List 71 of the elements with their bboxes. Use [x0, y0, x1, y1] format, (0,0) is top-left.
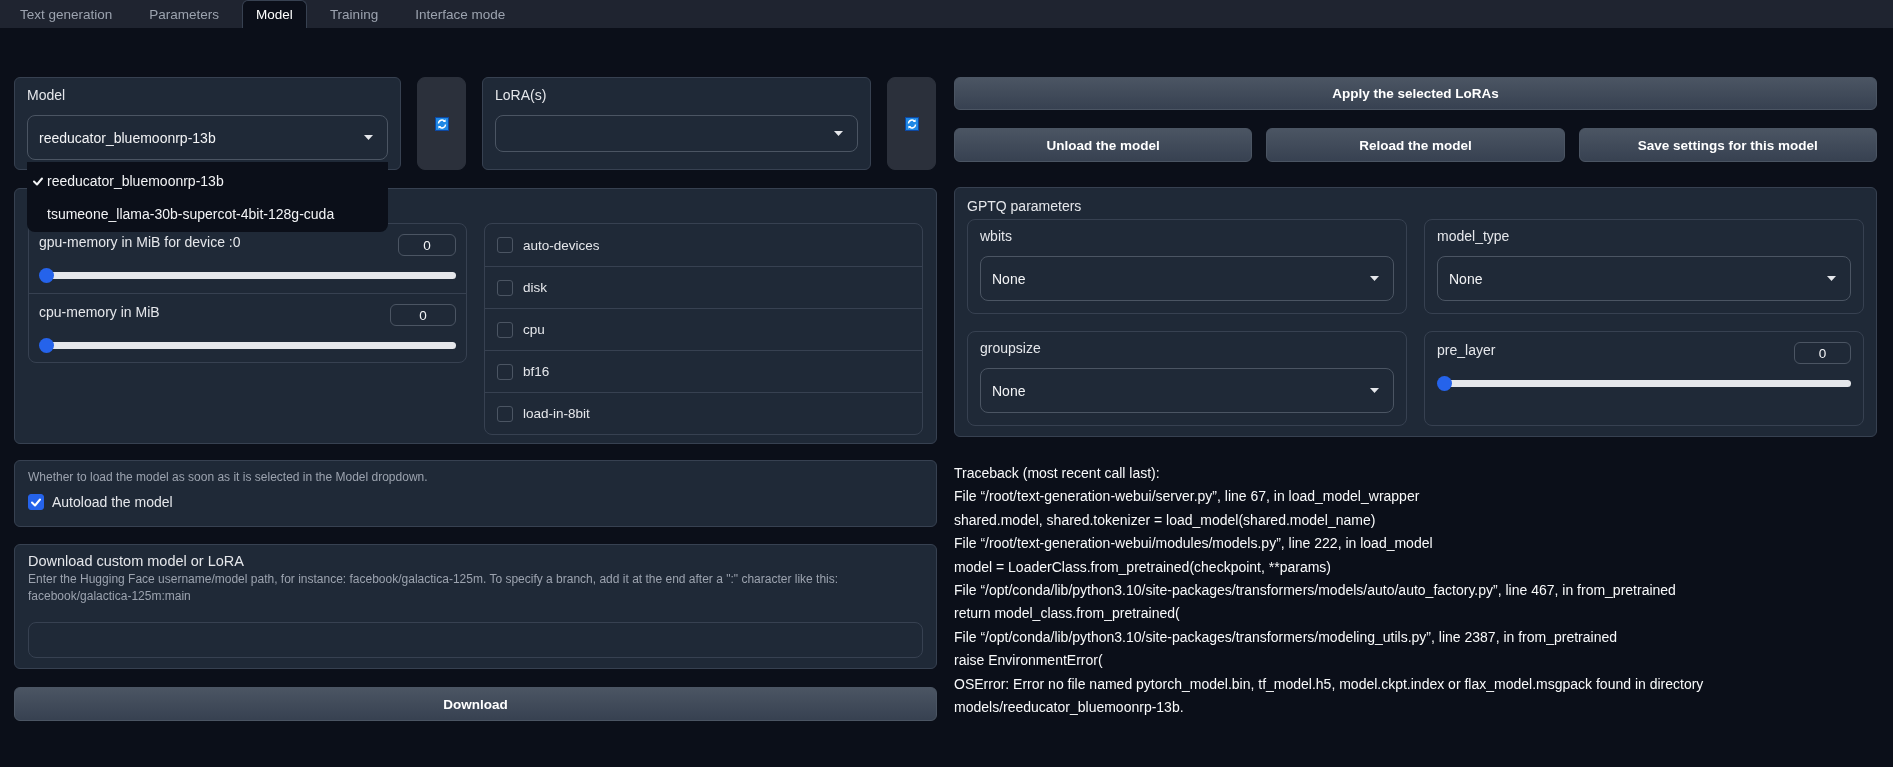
panel-title: Download custom model or LoRA: [28, 553, 245, 569]
slider[interactable]: [1437, 376, 1851, 391]
action-button[interactable]: Save settings for this model: [1578, 128, 1877, 162]
checkbox-label: Autoload the model: [52, 494, 173, 510]
error-line: Traceback (most recent call last):: [954, 464, 1161, 483]
tab[interactable]: Training: [315, 0, 393, 28]
error-line: File “/root/text-generation-webui/modules/models.py”, line 222, in load_model: [954, 534, 1434, 554]
checkbox-label: auto-devices: [523, 237, 600, 253]
caret-icon: [1370, 276, 1379, 281]
tab[interactable]: Text generation: [6, 0, 127, 28]
checkbox[interactable]: [497, 279, 513, 296]
caret-icon: [1827, 276, 1836, 281]
error-line: File “/opt/conda/lib/python3.10/site-packages/transformers/modeling_utils.py”, line 2387, in from_pretrained: [954, 627, 1619, 647]
slider[interactable]: [39, 268, 456, 283]
error-line: File “/opt/conda/lib/python3.10/site-packages/transformers/models/auto/auto_factory.py”, line 467, in from_pretrained: [954, 581, 1677, 601]
action-button[interactable]: Unload the model: [954, 128, 1253, 162]
check-icon: [30, 496, 42, 508]
tab[interactable]: Model: [242, 0, 307, 28]
dropdown-field[interactable]: None: [1437, 256, 1851, 301]
input-field[interactable]: [28, 622, 923, 658]
slider-thumb[interactable]: [39, 338, 54, 353]
slider-label: gpu-memory in MiB for device :0: [39, 234, 241, 250]
number-field[interactable]: 0: [398, 234, 456, 256]
checkbox-label: cpu: [523, 322, 545, 337]
field-label: groupsize: [980, 340, 1042, 356]
caret-icon: [364, 135, 373, 140]
checkbox[interactable]: [28, 494, 44, 510]
caret-icon: [834, 131, 843, 136]
field-label: wbits: [980, 228, 1013, 244]
help-text: Enter the Hugging Face username/model path, for instance: facebook/galactica-125m. To specify a branch, add it at the end after a ":" character like this: facebook/galactica-125m:main: [28, 571, 840, 605]
dropdown-option[interactable]: reeducator_bluemoonrp-13b: [27, 164, 388, 197]
caret-icon: [1370, 388, 1379, 393]
apply-button[interactable]: Apply the selected LoRAs: [954, 77, 1877, 110]
dropdown-field[interactable]: None: [980, 368, 1394, 413]
slider-thumb[interactable]: [1437, 376, 1452, 391]
error-line: model = LoaderClass.from_pretrained(checkpoint, **params): [954, 557, 1332, 577]
number-field[interactable]: 0: [390, 304, 456, 326]
action-button[interactable]: Reload the model: [1266, 128, 1565, 162]
checkbox-label: load-in-8bit: [523, 406, 590, 421]
dropdown-field[interactable]: [495, 115, 858, 152]
refresh-icon: [904, 116, 919, 131]
error-line: return model_class.from_pretrained(: [954, 604, 1181, 624]
download-button[interactable]: Download: [14, 687, 937, 721]
slider-label: cpu-memory in MiB: [39, 304, 160, 320]
error-line: OSError: Error no file named pytorch_model.bin, tf_model.h5, model.ckpt.index or flax_model.msgpack found in directory models/reeducator_bluemoonrp-13b.: [954, 674, 1705, 718]
help-text: Whether to load the model as soon as it is selected in the Model dropdown.: [28, 469, 429, 486]
number-field[interactable]: 0: [1794, 342, 1851, 364]
checkbox[interactable]: [497, 405, 513, 422]
error-line: shared.model, shared.tokenizer = load_model(shared.model_name): [954, 510, 1377, 530]
field-label: LoRA(s): [495, 87, 548, 103]
slider-label: pre_layer: [1437, 342, 1496, 358]
tab[interactable]: Interface mode: [401, 0, 520, 28]
checkbox[interactable]: [497, 237, 513, 253]
checkbox[interactable]: [497, 363, 513, 380]
field-label: model_type: [1437, 228, 1511, 244]
dropdown-option[interactable]: tsumeone_llama-30b-supercot-4bit-128g-cuda: [27, 197, 388, 230]
error-line: File “/root/text-generation-webui/server.py”, line 67, in load_model_wrapper: [954, 487, 1421, 507]
field-label: Model: [27, 87, 67, 103]
checkbox[interactable]: [497, 321, 513, 338]
refresh-button[interactable]: [417, 77, 466, 170]
dropdown-field[interactable]: reeducator_bluemoonrp-13b: [27, 115, 388, 160]
dropdown-field[interactable]: None: [980, 256, 1394, 301]
error-line: raise EnvironmentError(: [954, 651, 1104, 671]
checkbox-label: bf16: [523, 364, 550, 379]
panel-title: GPTQ parameters: [967, 198, 1083, 214]
tab[interactable]: Parameters: [135, 0, 234, 28]
checkbox-label: disk: [523, 280, 547, 295]
slider-thumb[interactable]: [39, 268, 54, 283]
refresh-button[interactable]: [887, 77, 936, 170]
refresh-icon: [434, 116, 449, 131]
slider[interactable]: [39, 338, 456, 353]
